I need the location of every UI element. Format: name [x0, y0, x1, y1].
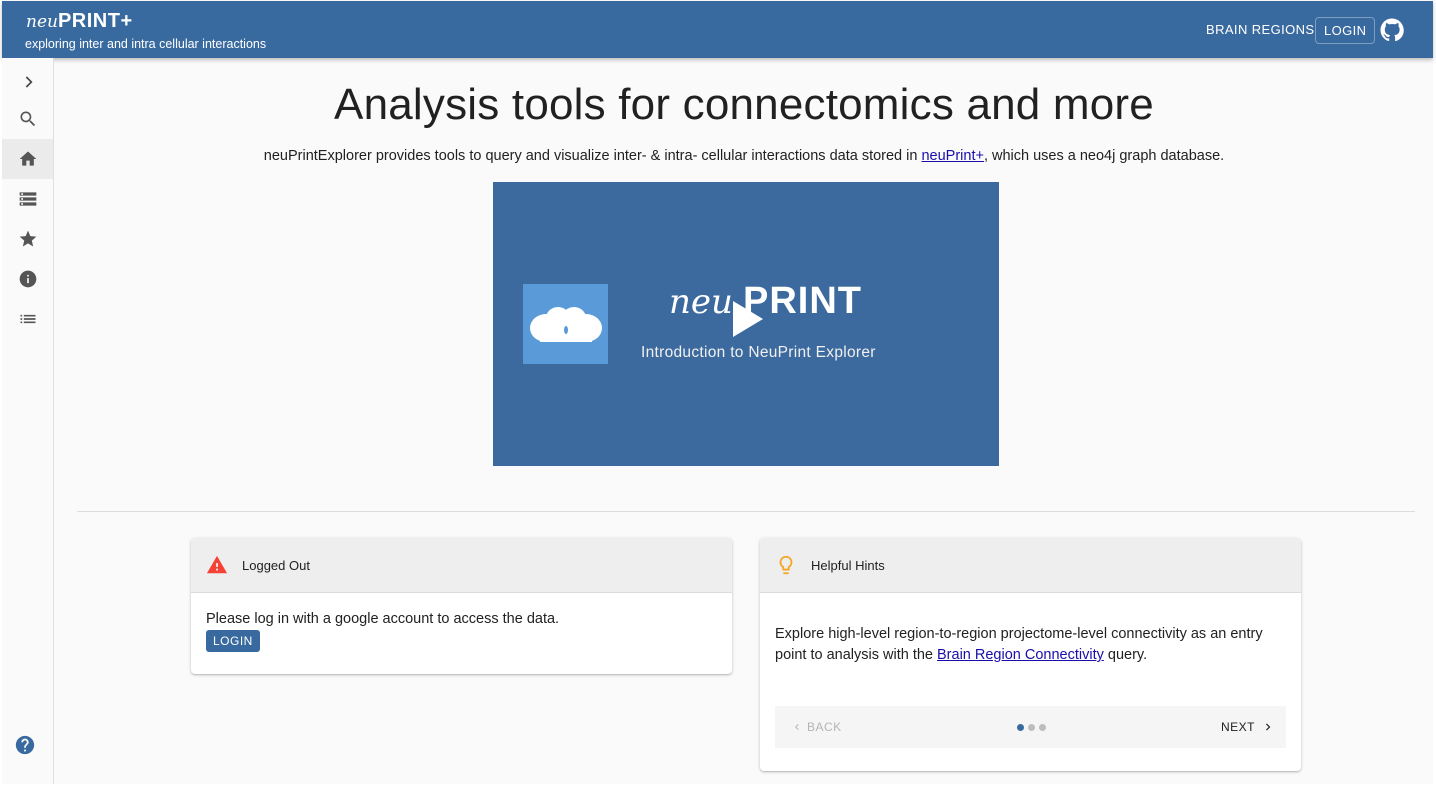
logged-out-title: Logged Out — [242, 558, 310, 573]
play-icon[interactable] — [727, 299, 767, 339]
main-content: Analysis tools for connectomics and more… — [55, 58, 1433, 784]
brain-logo-icon — [523, 284, 608, 364]
logged-out-message: Please log in with a google account to a… — [206, 611, 560, 627]
next-button[interactable]: NEXT — [1221, 717, 1275, 737]
intro-text-end: , which uses a neo4j graph database. — [983, 148, 1225, 164]
video-caption: Introduction to NeuPrint Explorer — [641, 344, 876, 361]
info-icon — [19, 270, 36, 288]
lightbulb-icon — [779, 555, 793, 575]
intro-text: neuPrintExplorer provides tools to query… — [55, 148, 1433, 164]
logo-neu-text: neu — [26, 12, 58, 32]
storage-icon — [19, 192, 36, 206]
hint-text-end: query. — [1103, 647, 1148, 663]
helpful-hints-card-header: Helpful Hints — [760, 538, 1301, 593]
warning-icon — [206, 555, 228, 574]
sidebar-item-about[interactable] — [2, 259, 53, 299]
home-icon — [19, 151, 36, 166]
header-login-button[interactable]: LOGIN — [1315, 17, 1376, 44]
app-logo[interactable]: neu PRINT+ — [26, 10, 133, 33]
stepper-dot[interactable] — [1028, 724, 1035, 731]
stepper-dot[interactable] — [1017, 724, 1024, 731]
app-subtitle: exploring inter and intra cellular inter… — [25, 37, 267, 51]
card-login-button[interactable]: LOGIN — [206, 630, 260, 652]
sidebar-expand-button[interactable] — [2, 62, 53, 102]
hint-stepper: BACK NEXT — [775, 706, 1286, 748]
section-divider — [77, 511, 1415, 512]
chevron-right-icon — [25, 76, 32, 88]
sidebar-item-results[interactable] — [2, 299, 53, 339]
back-label: BACK — [807, 720, 842, 734]
page-title: Analysis tools for connectomics and more — [334, 80, 1154, 129]
github-icon[interactable] — [1380, 18, 1404, 42]
next-label: NEXT — [1221, 720, 1256, 734]
logged-out-card: Logged Out Please log in with a google a… — [191, 538, 732, 674]
stepper-dots — [1017, 724, 1046, 731]
video-brand-neu: neu — [669, 282, 733, 322]
star-icon — [19, 230, 36, 247]
logo-print-text: PRINT+ — [57, 10, 133, 32]
brain-region-connectivity-link[interactable]: Brain Region Connectivity — [937, 647, 1104, 663]
hint-text: Explore high-level region-to-region proj… — [775, 624, 1285, 666]
sidebar-item-databases[interactable] — [2, 179, 53, 219]
helpful-hints-title: Helpful Hints — [811, 558, 885, 573]
back-button[interactable]: BACK — [791, 717, 842, 737]
chevron-right-icon — [1266, 723, 1271, 731]
sidebar-item-favorites[interactable] — [2, 219, 53, 259]
brain-regions-button[interactable]: BRAIN REGIONS — [1198, 17, 1323, 43]
search-icon — [20, 111, 35, 127]
sidebar-item-search[interactable] — [2, 99, 53, 139]
stepper-dot[interactable] — [1039, 724, 1046, 731]
intro-video-player[interactable]: neu PRINT Introduction to NeuPrint Explo… — [493, 182, 999, 466]
app-frame: neu PRINT+ exploring inter and intra cel… — [2, 1, 1433, 784]
intro-text-start: neuPrintExplorer provides tools to query… — [263, 148, 922, 164]
chevron-left-icon — [795, 724, 799, 730]
app-bar: neu PRINT+ exploring inter and intra cel… — [2, 1, 1433, 58]
neuprint-link[interactable]: neuPrint+ — [921, 148, 983, 164]
list-icon — [20, 314, 35, 324]
helpful-hints-card: Helpful Hints Explore high-level region-… — [760, 538, 1301, 771]
help-icon[interactable] — [14, 734, 36, 756]
logged-out-card-header: Logged Out — [191, 538, 732, 593]
sidebar — [2, 58, 54, 784]
sidebar-item-home[interactable] — [2, 139, 53, 179]
